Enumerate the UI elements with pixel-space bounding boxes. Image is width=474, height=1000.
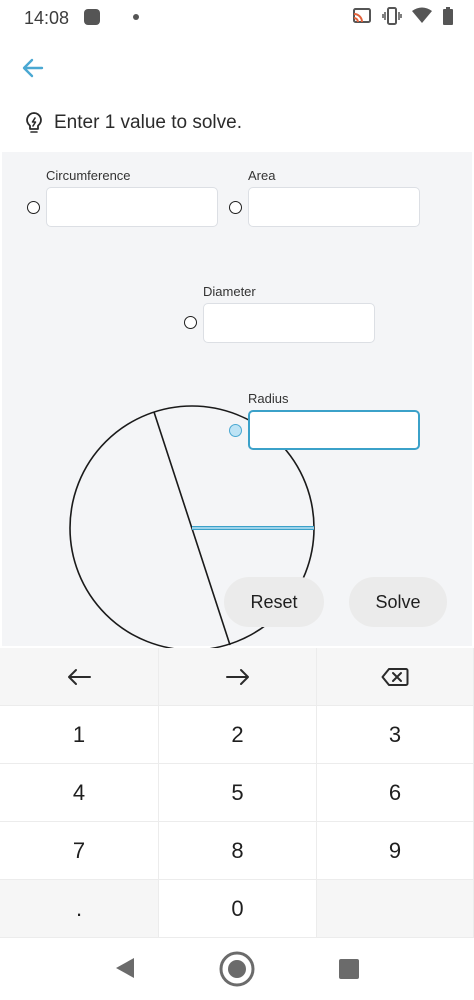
solve-button[interactable]: Solve: [349, 577, 447, 627]
key-9[interactable]: 9: [317, 822, 474, 880]
key-0[interactable]: 0: [159, 880, 317, 938]
cast-icon: [353, 8, 371, 23]
circumference-label: Circumference: [46, 168, 131, 183]
hint-text: Enter 1 value to solve.: [54, 112, 242, 133]
key-decimal[interactable]: .: [0, 880, 159, 938]
hint-row: Enter 1 value to solve.: [24, 108, 242, 138]
radius-input[interactable]: [248, 410, 420, 450]
circumference-radio[interactable]: [27, 201, 40, 214]
key-empty: [317, 880, 474, 938]
area-input[interactable]: [248, 187, 420, 227]
arrow-left-icon: [68, 668, 91, 685]
key-7[interactable]: 7: [0, 822, 159, 880]
radius-radio[interactable]: [229, 424, 242, 437]
back-arrow-icon[interactable]: [18, 54, 48, 82]
status-time: 14:08: [24, 8, 70, 28]
solver-panel: Circumference Area Diameter Radius Reset…: [2, 152, 472, 651]
arrow-right-icon: [225, 668, 249, 685]
circumference-input[interactable]: [46, 187, 218, 227]
area-radio[interactable]: [229, 201, 242, 214]
reset-button[interactable]: Reset: [224, 577, 324, 627]
area-label: Area: [248, 168, 276, 183]
notification-dot-icon: [133, 14, 139, 20]
status-icons: [352, 7, 454, 25]
nav-back-icon[interactable]: [114, 956, 136, 980]
key-3[interactable]: 3: [317, 706, 474, 764]
backspace-icon: [381, 667, 409, 686]
key-2[interactable]: 2: [159, 706, 317, 764]
cursor-left-key[interactable]: [0, 648, 159, 706]
key-1[interactable]: 1: [0, 706, 159, 764]
numeric-keypad: 1 2 3 4 5 6 7 8 9 . 0: [0, 648, 474, 938]
wifi-icon: [412, 7, 432, 23]
vibrate-icon: [382, 7, 402, 25]
radius-label: Radius: [248, 391, 289, 406]
cursor-right-key[interactable]: [159, 648, 317, 706]
key-6[interactable]: 6: [317, 764, 474, 822]
key-5[interactable]: 5: [159, 764, 317, 822]
status-bar: 14:08: [0, 0, 474, 36]
diameter-radio[interactable]: [184, 316, 197, 329]
notification-app-icon: [84, 9, 100, 25]
key-8[interactable]: 8: [159, 822, 317, 880]
nav-recents-icon[interactable]: [339, 959, 359, 979]
lightbulb-icon: [26, 112, 42, 133]
diameter-label: Diameter: [203, 284, 256, 299]
backspace-key[interactable]: [317, 648, 474, 706]
system-nav-bar: [0, 938, 474, 1000]
diameter-input[interactable]: [203, 303, 375, 343]
battery-icon: [443, 7, 453, 25]
nav-home-icon[interactable]: [218, 950, 256, 988]
key-4[interactable]: 4: [0, 764, 159, 822]
